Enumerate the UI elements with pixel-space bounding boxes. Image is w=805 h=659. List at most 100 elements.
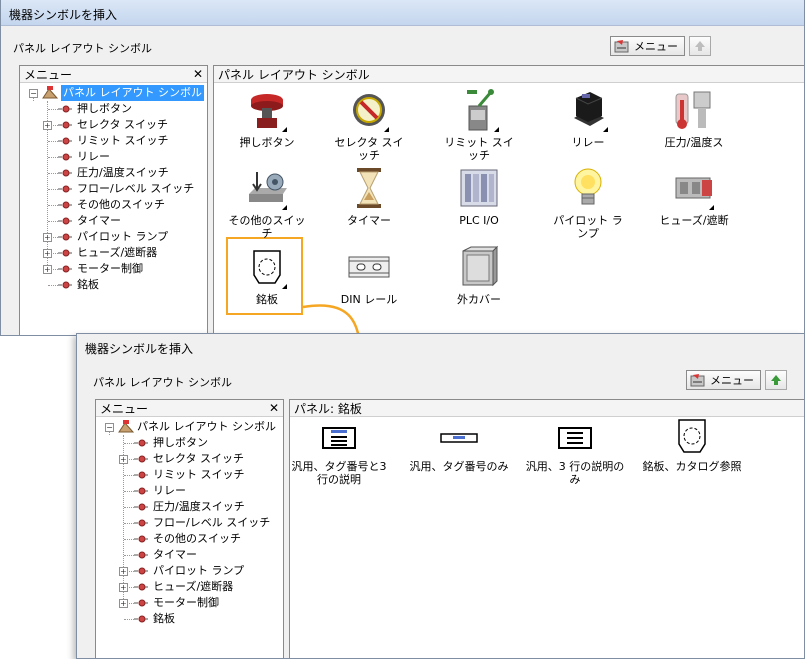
symbol-icon-button[interactable]: 押しボタン xyxy=(227,88,307,149)
relay-icon xyxy=(574,92,604,126)
nameplate-3line-icon xyxy=(558,427,592,449)
tree-item[interactable]: 銘板 xyxy=(96,611,283,627)
panel-layout-icon xyxy=(118,420,135,433)
symbol-icon-button[interactable]: 外カバー xyxy=(439,245,519,306)
tree-item-label: リミット スイッチ xyxy=(77,134,169,147)
tree-item[interactable]: + モーター制御 xyxy=(20,261,207,277)
limit-switch-icon xyxy=(467,89,494,131)
tree-item[interactable]: + パイロット ランプ xyxy=(20,229,207,245)
dialog-title: 機器シンボルを挿入 xyxy=(77,334,804,360)
symbol-icon-button[interactable]: セレクタ スイッチ xyxy=(329,88,409,162)
symbol-node-icon xyxy=(58,281,72,289)
menu-icon xyxy=(614,40,629,53)
pilot-lamp-icon xyxy=(574,168,602,205)
tree-item[interactable]: リレー xyxy=(20,149,207,165)
tree-item[interactable]: + ヒューズ/遮断器 xyxy=(20,245,207,261)
tree-item[interactable]: + セレクタ スイッチ xyxy=(96,451,283,467)
symbol-icon-button[interactable]: リレー xyxy=(548,88,628,149)
tree-item-label: 圧力/温度スイッチ xyxy=(77,166,169,179)
close-icon[interactable]: ✕ xyxy=(193,67,203,81)
collapse-icon[interactable]: − xyxy=(29,89,38,98)
tree-root[interactable]: − パネル レイアウト シンボル xyxy=(96,419,283,435)
nameplate-tag-only-icon xyxy=(440,433,478,443)
symbol-node-icon xyxy=(134,535,148,543)
nameplate-option-button[interactable]: 汎用、タグ番号と3 行の説明 xyxy=(287,418,391,486)
tree-item[interactable]: + セレクタ スイッチ xyxy=(20,117,207,133)
enclosure-icon xyxy=(462,245,499,287)
back-button[interactable] xyxy=(689,36,711,56)
collapse-icon[interactable]: − xyxy=(105,423,114,432)
menu-button[interactable]: メニュー xyxy=(686,370,761,390)
symbol-icon-label: 外カバー xyxy=(457,293,501,306)
tree-item[interactable]: タイマー xyxy=(20,213,207,229)
symbol-icon-button[interactable]: その他のスイッチ xyxy=(227,166,307,240)
timer-icon xyxy=(357,168,381,208)
dialog-subtitle: パネル レイアウト シンボル xyxy=(93,376,232,389)
tree-item[interactable]: タイマー xyxy=(96,547,283,563)
nameplate-catalog-icon xyxy=(678,419,706,453)
tree-item[interactable]: フロー/レベル スイッチ xyxy=(20,181,207,197)
nameplate-option-button[interactable]: 銘板、カタログ参照 xyxy=(642,418,742,473)
tree-item-label: タイマー xyxy=(153,548,197,561)
tree-item[interactable]: 圧力/温度スイッチ xyxy=(96,499,283,515)
tree-item[interactable]: リミット スイッチ xyxy=(20,133,207,149)
menu-icon xyxy=(690,374,705,387)
fuse-breaker-icon xyxy=(675,177,712,199)
nameplate-option-label: 銘板、カタログ参照 xyxy=(642,460,742,473)
tree-item-label: フロー/レベル スイッチ xyxy=(77,182,195,195)
symbol-icon-button[interactable]: 銘板 xyxy=(227,245,307,306)
symbol-node-icon xyxy=(58,233,72,241)
menu-tree-panel: メニュー ✕ − パネル レイアウト シンボル 押しボタン + セレクタ スイッチリ… xyxy=(19,65,208,335)
tree-item[interactable]: + モーター制御 xyxy=(96,595,283,611)
tree-item-label: 銘板 xyxy=(77,278,99,291)
tree-item-label: 押しボタン xyxy=(153,436,208,449)
symbol-icon-button[interactable]: PLC I/O xyxy=(439,166,519,227)
tree-header: メニュー xyxy=(24,67,73,82)
symbol-node-icon xyxy=(134,471,148,479)
tree-item[interactable]: その他のスイッチ xyxy=(96,531,283,547)
nameplate-option-label: 汎用、3 行の説明のみ xyxy=(525,460,625,486)
symbol-node-icon xyxy=(58,249,72,257)
plc-io-icon xyxy=(460,169,498,207)
symbol-icon-button[interactable]: リミット スイッチ xyxy=(439,88,519,162)
tree-item-label: セレクタ スイッチ xyxy=(77,118,169,131)
symbol-node-icon xyxy=(58,137,72,145)
nameplate-icon xyxy=(253,250,281,284)
tree-item[interactable]: その他のスイッチ xyxy=(20,197,207,213)
tree-root[interactable]: − パネル レイアウト シンボル xyxy=(20,85,207,101)
menu-button[interactable]: メニュー xyxy=(610,36,685,56)
tree-item-label: リレー xyxy=(153,484,186,497)
insert-footprint-dialog-front: 機器シンボルを挿入 パネル レイアウト シンボル メニュー メニュー ✕ − パ… xyxy=(76,333,805,659)
dialog-subtitle: パネル レイアウト シンボル xyxy=(13,42,152,55)
toolbar: メニュー xyxy=(686,370,787,390)
tree-item[interactable]: 銘板 xyxy=(20,277,207,293)
tree-item[interactable]: フロー/レベル スイッチ xyxy=(96,515,283,531)
symbol-node-icon xyxy=(134,503,148,511)
submenu-indicator-icon xyxy=(603,127,608,132)
din-rail-icon xyxy=(348,256,390,278)
symbol-icon-button[interactable]: ヒューズ/遮断 xyxy=(654,166,734,227)
tree-item-label: タイマー xyxy=(77,214,121,227)
tree-item-label: パイロット ランプ xyxy=(153,564,245,577)
close-icon[interactable]: ✕ xyxy=(269,401,279,415)
tree-item[interactable]: + パイロット ランプ xyxy=(96,563,283,579)
up-arrow-icon xyxy=(695,41,705,51)
nameplate-option-label: 汎用、タグ番号と3 行の説明 xyxy=(291,460,387,486)
symbol-icon-button[interactable]: 圧力/温度ス xyxy=(654,88,734,149)
back-button[interactable] xyxy=(765,370,787,390)
submenu-indicator-icon xyxy=(282,127,287,132)
tree-item-label: 圧力/温度スイッチ xyxy=(153,500,245,513)
symbol-icon-button[interactable]: パイロット ランプ xyxy=(548,166,628,240)
tree-item[interactable]: リミット スイッチ xyxy=(96,467,283,483)
nameplate-option-button[interactable]: 汎用、3 行の説明のみ xyxy=(525,418,625,486)
nameplate-option-button[interactable]: 汎用、タグ番号のみ xyxy=(409,418,509,473)
tree-item[interactable]: 圧力/温度スイッチ xyxy=(20,165,207,181)
tree-item[interactable]: + ヒューズ/遮断器 xyxy=(96,579,283,595)
tree-item[interactable]: 押しボタン xyxy=(20,101,207,117)
symbol-icon-button[interactable]: タイマー xyxy=(329,166,409,227)
push-button-icon xyxy=(251,94,283,128)
nameplate-tag-3line-icon xyxy=(322,427,356,449)
tree-item[interactable]: 押しボタン xyxy=(96,435,283,451)
symbol-icon-label: その他のスイッチ xyxy=(228,214,306,240)
tree-item[interactable]: リレー xyxy=(96,483,283,499)
